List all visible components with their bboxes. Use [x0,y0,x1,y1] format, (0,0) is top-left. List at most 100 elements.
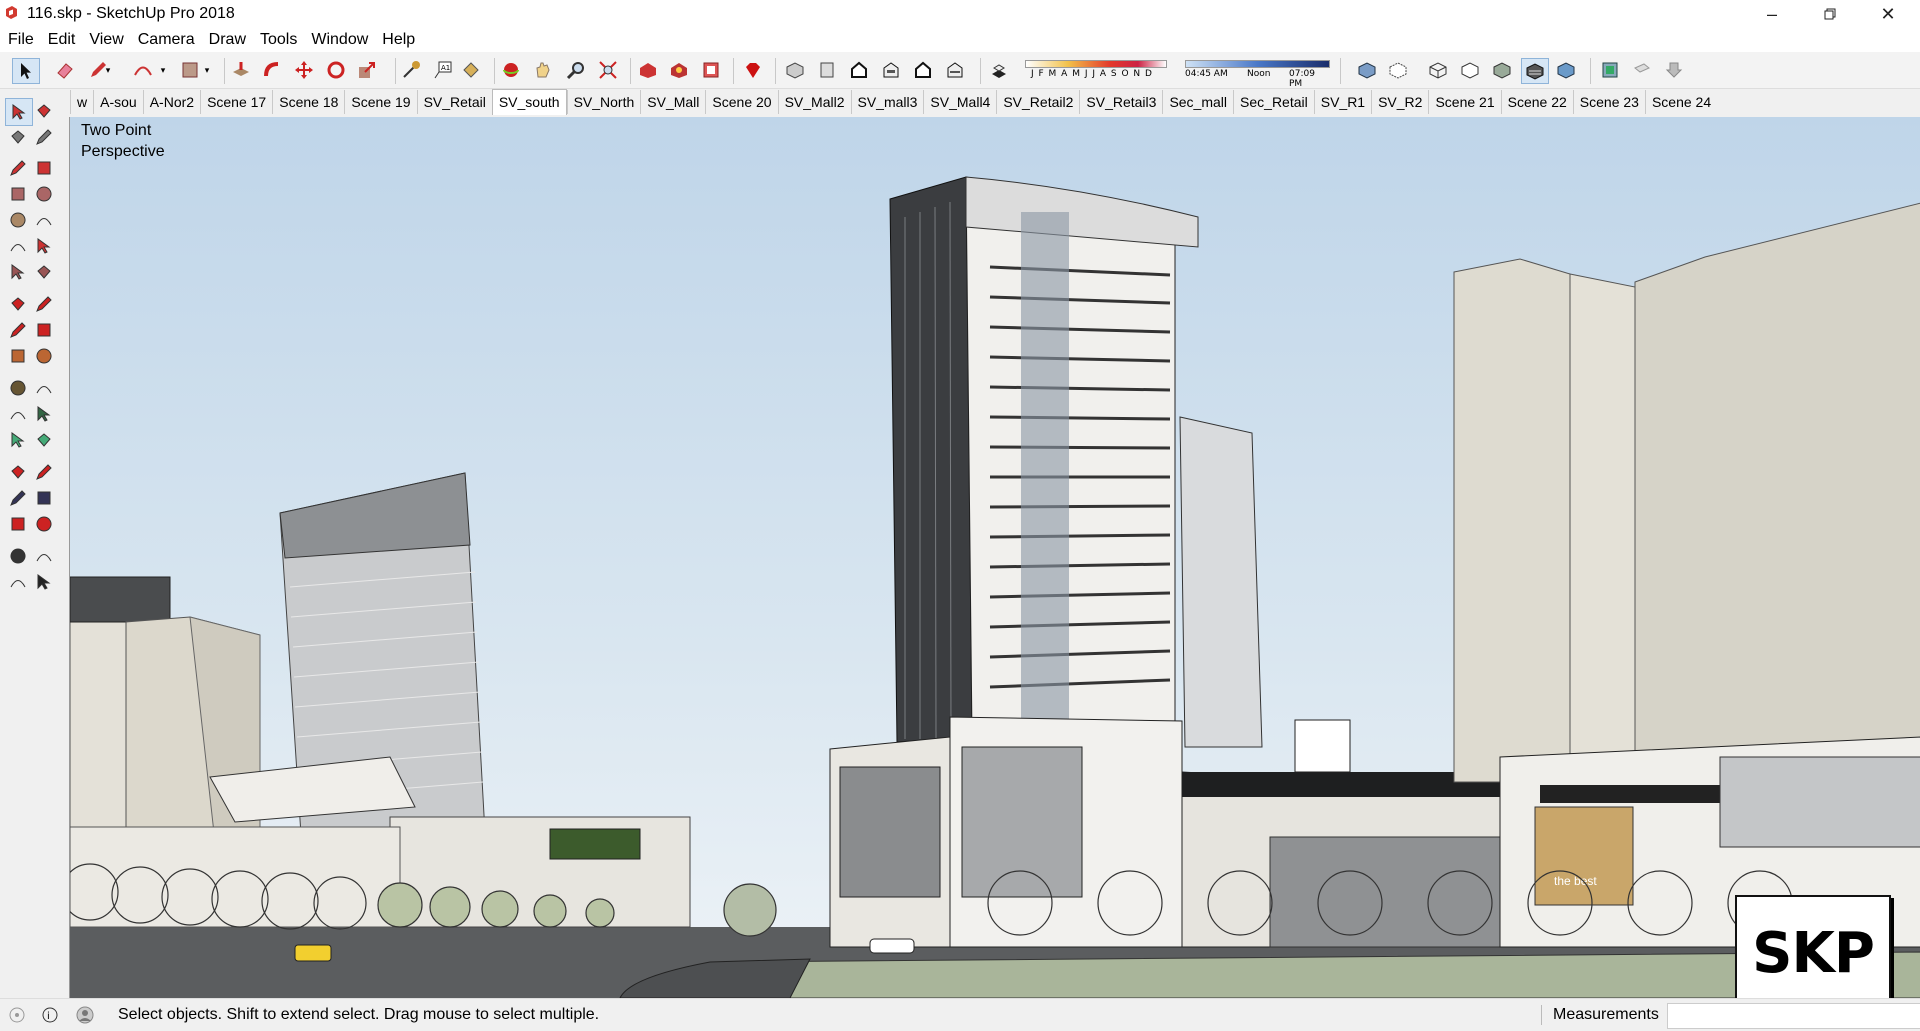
back-edges-button[interactable] [1385,58,1411,82]
scene-tab[interactable]: Scene 18 [272,90,344,114]
component-tool-button[interactable] [31,98,57,124]
menu-tools[interactable]: Tools [253,28,304,49]
scene-tab[interactable]: A-sou [93,90,143,114]
push-pull-tool-button[interactable] [228,58,254,82]
geo-location-icon[interactable] [8,1006,26,1024]
scene-tab[interactable]: A-Nor2 [142,90,200,114]
scene-tab[interactable]: Scene 24 [1644,90,1717,114]
zoom-extents-tool-button[interactable] [5,511,31,537]
two-point-arc-tool-button[interactable] [31,233,57,259]
scene-tab[interactable]: Scene 21 [1428,90,1500,114]
walk-tool-button[interactable] [5,569,31,595]
circle-tool-button[interactable] [5,207,31,233]
eraser-tool-button[interactable] [31,124,57,150]
section-cuts-button[interactable] [1661,58,1687,82]
ruby-console-button[interactable] [740,58,766,82]
shape-dropdown[interactable]: ▾ [199,58,215,82]
freehand-tool-button[interactable] [31,155,57,181]
user-icon[interactable] [76,1006,94,1024]
section-display-button[interactable] [1629,58,1655,82]
arc-tool-button[interactable] [130,58,156,82]
tape-measure-tool-button[interactable] [5,375,31,401]
scene-tab[interactable]: SV_Mall2 [777,90,851,114]
three-point-arc-tool-button[interactable] [5,259,31,285]
credits-icon[interactable]: i [41,1006,59,1024]
zoom-tool-button[interactable] [563,58,589,82]
scene-tab[interactable]: SV_south [491,89,567,115]
dimension-tool-button[interactable] [31,375,57,401]
zoom-window-tool-button[interactable] [31,485,57,511]
menu-file[interactable]: File [0,28,41,49]
tape-measure-tool-button[interactable] [398,58,424,82]
scene-tab[interactable]: Sec_mall [1162,90,1233,114]
paint-bucket-tool-button[interactable] [458,58,484,82]
scene-tab[interactable]: SV_North [566,90,641,114]
scene-tab[interactable]: SV_Retail [416,90,492,114]
position-camera-tool-button[interactable] [5,543,31,569]
left-view-button[interactable] [942,58,968,82]
model-viewport[interactable]: the best Two Point Perspective [69,117,1920,998]
scene-tab[interactable]: SV_Retail2 [996,90,1079,114]
extension-warehouse-button[interactable] [666,58,692,82]
rectangle-tool-button[interactable] [5,181,31,207]
wireframe-button[interactable] [1425,58,1451,82]
scene-tab[interactable]: Scene 19 [344,90,416,114]
scene-tab[interactable]: Scene 22 [1500,90,1573,114]
scene-tab[interactable]: Scene 20 [705,90,777,114]
zoom-tool-button[interactable] [5,485,31,511]
previous-view-tool-button[interactable] [31,511,57,537]
scene-tab[interactable]: SV_R2 [1371,90,1428,114]
menu-camera[interactable]: Camera [131,28,202,49]
axes-tool-button[interactable] [5,427,31,453]
menu-view[interactable]: View [82,28,130,49]
top-view-button[interactable] [814,58,840,82]
menu-help[interactable]: Help [375,28,422,49]
front-view-button[interactable] [846,58,872,82]
scene-tab[interactable]: SV_mall3 [850,90,924,114]
orbit-tool-button[interactable] [498,58,524,82]
scale-tool-button[interactable] [5,343,31,369]
follow-me-tool-button[interactable] [31,317,57,343]
scale-tool-button[interactable] [354,58,380,82]
look-around-tool-button[interactable] [31,543,57,569]
move-tool-button[interactable] [5,291,31,317]
measurements-input[interactable] [1667,1003,1920,1029]
hidden-line-button[interactable] [1457,58,1483,82]
shadows-toggle-button[interactable] [986,58,1012,82]
pencil-dropdown[interactable]: ▾ [100,58,116,82]
scene-tab[interactable]: w [70,90,93,114]
pie-tool-button[interactable] [31,259,57,285]
move-tool-button[interactable] [291,58,317,82]
polygon-tool-button[interactable] [31,207,57,233]
section-plane-tool-button[interactable] [31,569,57,595]
restore-button[interactable] [1801,0,1859,28]
paint-bucket-tool-button[interactable] [5,124,31,150]
3d-text-tool-button[interactable] [31,427,57,453]
3d-warehouse-button[interactable] [635,58,661,82]
select-tool-button[interactable] [5,98,33,126]
shadow-time-slider[interactable]: 04:45 AM Noon 07:09 PM [1185,60,1330,89]
eraser-tool-button[interactable] [52,58,78,82]
minimize-button[interactable]: – [1743,0,1801,28]
follow-me-tool-button[interactable] [259,58,285,82]
scene-tab[interactable]: SV_R1 [1313,90,1371,114]
section-plane-button[interactable] [1597,58,1623,82]
text-tool-button[interactable] [31,401,57,427]
select-tool-button[interactable] [12,58,40,84]
iso-view-button[interactable] [782,58,808,82]
shaded-button[interactable] [1489,58,1515,82]
shadow-date-slider[interactable]: J F M A M J J A S O N D [1025,60,1167,82]
xray-button[interactable] [1354,58,1380,82]
menu-window[interactable]: Window [304,28,375,49]
pan-tool-button[interactable] [31,459,57,485]
arc-dropdown[interactable]: ▾ [155,58,171,82]
offset-tool-button[interactable] [31,343,57,369]
scene-tab[interactable]: SV_Retail3 [1079,90,1162,114]
push-pull-tool-button[interactable] [31,291,57,317]
text-tool-button[interactable]: A1 [430,58,456,82]
layout-button[interactable] [698,58,724,82]
monochrome-button[interactable] [1553,58,1579,82]
protractor-tool-button[interactable] [5,401,31,427]
rotated-rectangle-tool-button[interactable] [31,181,57,207]
right-view-button[interactable] [878,58,904,82]
